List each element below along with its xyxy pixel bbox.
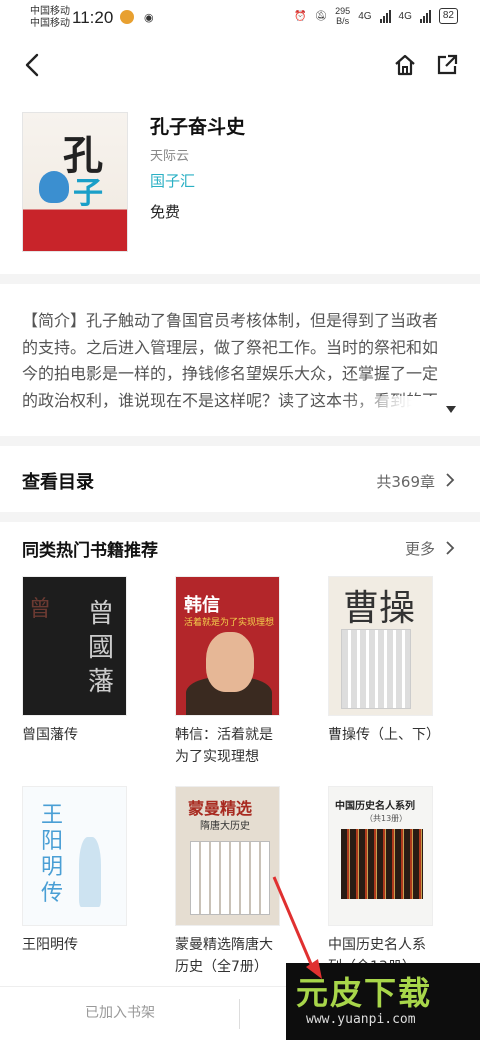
book-card-title[interactable]: 蒙曼精选隋唐大历史（全7册） — [175, 934, 285, 978]
book-card[interactable]: 中国历史名人系列 （共13册） 中国历史名人系列（全13册） — [328, 786, 434, 978]
signal-icon-1 — [379, 9, 391, 23]
cover-title: 蒙曼精选 — [188, 799, 253, 818]
more-link[interactable]: 更多 — [405, 538, 435, 559]
alarm-icon: ⏰ — [294, 10, 307, 22]
status-time: 11:20 — [72, 8, 114, 27]
book-card-title[interactable]: 韩信：活着就是为了实现理想 — [175, 724, 285, 768]
book-card-title[interactable]: 王阳明传 — [22, 934, 132, 956]
cover-figure — [79, 837, 101, 907]
weibo-icon — [120, 10, 134, 24]
home-icon[interactable] — [392, 52, 418, 78]
book-card[interactable]: 曹操传 曹操传（上、下） — [328, 576, 440, 746]
network-speed: 295 B/s — [335, 6, 350, 26]
cover-title: 中国历史名人系列 — [335, 801, 415, 812]
notification-icons: ◉ — [120, 10, 154, 24]
book-title: 孔子奋斗史 — [150, 116, 246, 138]
network-type-1: 4G — [358, 10, 372, 22]
book-card-title[interactable]: 曾国藩传 — [22, 724, 132, 746]
book-card-cover[interactable]: 中国历史名人系列 （共13册） — [328, 786, 433, 926]
battery-icon: 82 — [438, 8, 458, 24]
cover-sub: 活着就是为了实现理想 — [184, 618, 275, 628]
back-arrow-icon[interactable] — [18, 50, 48, 80]
expand-down-icon[interactable] — [446, 406, 456, 414]
section-divider — [0, 512, 480, 522]
book-card[interactable]: 韩信 活着就是为了实现理想 韩信：活着就是为了实现理想 — [175, 576, 281, 768]
annotation-arrow-icon — [272, 876, 322, 979]
share-icon[interactable] — [434, 52, 460, 78]
added-to-shelf-button[interactable]: 已加入书架 — [0, 987, 240, 1040]
cover-boxset — [190, 841, 270, 915]
book-card-cover[interactable]: 曹操传 — [328, 576, 433, 716]
signal-icon-2 — [419, 9, 431, 23]
book-card[interactable]: 曾 曾國藩 曾国藩传 — [22, 576, 128, 746]
catalog-row[interactable]: 查看目录 共369章 — [0, 458, 480, 502]
book-price: 免费 — [150, 203, 181, 221]
book-card[interactable]: 王阳明传 王阳明传 — [22, 786, 128, 956]
speed-unit: B/s — [336, 16, 350, 26]
cover-boxset — [341, 829, 423, 899]
carrier-info: 中国移动 中国移动 — [30, 6, 70, 30]
chevron-right-icon[interactable] — [444, 540, 456, 556]
cover-title: 韩信 — [184, 595, 220, 616]
status-bar: 中国移动 中国移动 11:20 ◉ ⏰ 🔕︎ 295 B/s 4G 4G 82 — [0, 0, 480, 36]
book-publisher[interactable]: 国子汇 — [150, 170, 195, 191]
bar-divider — [239, 999, 240, 1029]
carrier-1: 中国移动 — [30, 6, 70, 17]
intro-fade — [340, 396, 460, 422]
network-type-2: 4G — [398, 10, 412, 22]
cover-title: 曾國藩 — [88, 599, 115, 697]
section-divider — [0, 274, 480, 284]
chevron-right-icon — [446, 473, 455, 487]
section-divider — [0, 436, 480, 446]
book-card-title[interactable]: 曹操传（上、下） — [328, 724, 440, 746]
cover-sub: 隋唐大历史 — [200, 821, 250, 832]
chapter-count: 共369章 — [376, 473, 435, 491]
cover-title: 王阳明传 — [41, 803, 64, 906]
catalog-label: 查看目录 — [22, 472, 94, 493]
book-card-cover[interactable]: 韩信 活着就是为了实现理想 — [175, 576, 280, 716]
cover-boxset — [341, 629, 411, 709]
book-header: 孔 子 孔子奋斗史 天际云 国子汇 免费 — [22, 112, 462, 257]
book-card-cover[interactable]: 王阳明传 — [22, 786, 127, 926]
top-nav — [0, 44, 480, 84]
speed-value: 295 — [335, 6, 351, 16]
book-cover[interactable]: 孔 子 — [22, 112, 128, 252]
book-author[interactable]: 天际云 — [150, 145, 189, 164]
book-card-cover[interactable]: 曾 曾國藩 — [22, 576, 127, 716]
mute-icon: 🔕︎ — [314, 10, 328, 22]
cover-face — [206, 632, 254, 692]
watermark-url: www.yuanpi.com — [306, 1012, 416, 1027]
carrier-2: 中国移动 — [30, 18, 70, 29]
recommend-title: 同类热门书籍推荐 — [22, 541, 158, 561]
eye-icon: ◉ — [144, 10, 154, 24]
cover-illustration — [39, 171, 69, 203]
cover-sub: （共13册） — [365, 814, 408, 823]
book-card[interactable]: 蒙曼精选 隋唐大历史 蒙曼精选隋唐大历史（全7册） — [175, 786, 281, 978]
book-card-cover[interactable]: 蒙曼精选 隋唐大历史 — [175, 786, 280, 926]
cover-sub: 曾 — [29, 597, 52, 622]
cover-char-2: 子 — [73, 176, 103, 211]
status-right: ⏰ 🔕︎ 295 B/s 4G 4G 82 — [294, 6, 458, 26]
